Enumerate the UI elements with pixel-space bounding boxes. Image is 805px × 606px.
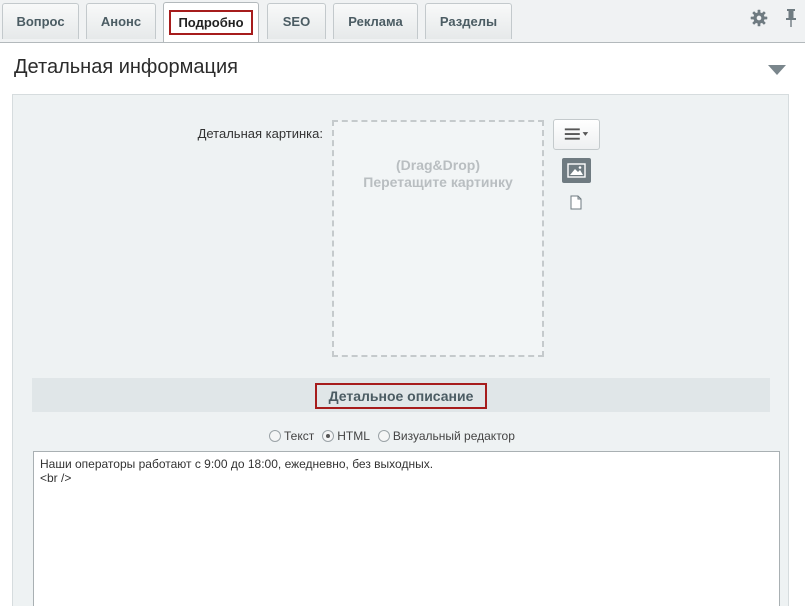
- tab-ads[interactable]: Реклама: [333, 3, 418, 39]
- radio-dot: [269, 430, 281, 442]
- upload-image-button[interactable]: [562, 158, 591, 183]
- description-editor[interactable]: Наши операторы работают с 9:00 до 18:00,…: [33, 451, 780, 606]
- image-dropzone[interactable]: (Drag&Drop) Перетащите картинку: [332, 120, 544, 357]
- dropzone-hint-2: Перетащите картинку: [363, 174, 513, 190]
- gear-icon[interactable]: [750, 9, 768, 27]
- tab-label: Анонс: [100, 14, 142, 29]
- description-header: Детальное описание: [32, 378, 770, 412]
- mode-visual-label: Визуальный редактор: [392, 429, 515, 443]
- chevron-down-icon[interactable]: [767, 64, 787, 76]
- tab-label: Подробно: [169, 10, 253, 35]
- tab-announce[interactable]: Анонс: [86, 3, 156, 39]
- section-title: Детальная информация: [14, 56, 238, 78]
- mode-text-radio[interactable]: Текст: [269, 429, 314, 443]
- pin-icon[interactable]: [784, 8, 798, 28]
- tab-label: SEO: [282, 14, 311, 29]
- detail-picture-label: Детальная картинка:: [197, 126, 323, 141]
- tab-bar: Вопрос Анонс Подробно SEO Реклама Раздел…: [0, 0, 805, 43]
- radio-dot-selected: [322, 430, 335, 442]
- tab-sections[interactable]: Разделы: [425, 3, 512, 39]
- file-icon[interactable]: [570, 195, 582, 210]
- mode-html-radio[interactable]: HTML: [322, 429, 370, 443]
- tab-question[interactable]: Вопрос: [2, 3, 79, 39]
- tab-label: Реклама: [348, 14, 403, 29]
- editor-mode-selector: Текст HTML Визуальный редактор: [269, 429, 523, 443]
- description-title: Детальное описание: [315, 383, 487, 409]
- image-icon: [567, 163, 586, 178]
- mode-html-label: HTML: [337, 429, 370, 443]
- tab-label: Вопрос: [16, 14, 65, 29]
- tab-label: Разделы: [439, 14, 498, 29]
- radio-dot: [377, 430, 390, 442]
- tab-seo[interactable]: SEO: [267, 3, 326, 39]
- picture-menu-button[interactable]: [553, 119, 600, 150]
- mode-visual-radio[interactable]: Визуальный редактор: [377, 429, 515, 443]
- mode-text-label: Текст: [284, 429, 315, 443]
- dropzone-hint: (Drag&Drop): [396, 157, 480, 173]
- menu-icon: [564, 128, 589, 140]
- tab-details[interactable]: Подробно: [163, 2, 259, 42]
- details-panel: Детальная картинка: (Drag&Drop) Перетащи…: [12, 94, 789, 606]
